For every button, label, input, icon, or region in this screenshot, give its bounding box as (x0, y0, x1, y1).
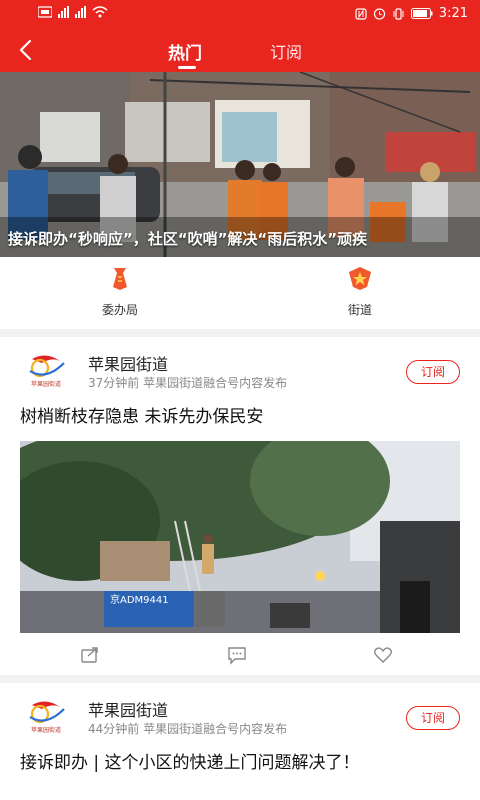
nfc-icon (355, 7, 367, 20)
top-nav: 热门 订阅 (0, 28, 480, 72)
tree-trimming-photo: 京ADM9441 (20, 441, 460, 633)
post-meta: 44分钟前 苹果园街道融合号内容发布 (88, 722, 288, 736)
status-left (38, 6, 108, 18)
status-bar: 3:21 (0, 0, 480, 28)
app-screen: 3:21 热门 订阅 接诉即办“秒响应”，社区“吹哨”解决“雨后积水”顽疾 委办… (0, 0, 480, 800)
post-headline[interactable]: 接诉即办 | 这个小区的快递上门问题解决了！ (20, 751, 460, 775)
author-logo[interactable]: 苹果园街道 (22, 353, 70, 391)
vibrate-icon (393, 7, 404, 20)
quick-link-label: 街道 (347, 303, 372, 317)
wifi-icon (92, 6, 108, 18)
street-office-icon (349, 267, 371, 290)
author-name[interactable]: 苹果园街道 (88, 351, 168, 375)
status-right: 3:21 (355, 6, 468, 21)
quick-link-street[interactable]: 街道 (310, 265, 410, 318)
quick-links: 委办局 街道 (0, 257, 480, 329)
banner-title: 接诉即办“秒响应”，社区“吹哨”解决“雨后积水”顽疾 (8, 230, 368, 248)
post-actions (0, 643, 480, 667)
battery-icon (410, 8, 433, 19)
logo-caption: 苹果园街道 (30, 727, 61, 734)
author-name[interactable]: 苹果园街道 (88, 697, 168, 721)
active-tab-indicator (178, 66, 196, 69)
sim-icon (38, 6, 52, 18)
quick-link-label: 委办局 (101, 303, 138, 317)
banner-carousel[interactable]: 接诉即办“秒响应”，社区“吹哨”解决“雨后积水”顽疾 (0, 72, 480, 257)
author-logo[interactable]: 苹果园街道 (22, 699, 70, 737)
chevron-left-icon[interactable] (14, 37, 40, 63)
like-heart-icon[interactable] (373, 645, 393, 665)
feed-card[interactable]: 苹果园街道 苹果园街道 44分钟前 苹果园街道融合号内容发布 订阅 接诉即办 |… (0, 683, 480, 800)
status-time: 3:21 (438, 6, 468, 21)
plate-number: 京ADM9441 (110, 593, 169, 606)
subscribe-button[interactable]: 订阅 (406, 360, 460, 384)
subscribe-button[interactable]: 订阅 (406, 706, 460, 730)
post-meta: 37分钟前 苹果园街道融合号内容发布 (88, 376, 288, 390)
post-image[interactable]: 京ADM9441 (20, 441, 460, 633)
post-headline[interactable]: 树梢断枝存隐患 未诉先办保民安 (20, 405, 460, 429)
share-icon[interactable] (80, 645, 100, 665)
signal-1-icon (58, 6, 69, 18)
feed-card[interactable]: 苹果园街道 苹果园街道 37分钟前 苹果园街道融合号内容发布 订阅 树梢断枝存隐… (0, 337, 480, 675)
tab-hot[interactable]: 热门 (168, 39, 202, 64)
alarm-icon (373, 8, 385, 20)
comment-icon[interactable] (227, 645, 247, 665)
signal-2-icon (75, 6, 86, 18)
logo-caption: 苹果园街道 (30, 381, 61, 388)
quick-link-bureau[interactable]: 委办局 (70, 265, 170, 318)
tab-subscribe[interactable]: 订阅 (270, 39, 302, 63)
government-bureau-icon (113, 268, 127, 290)
